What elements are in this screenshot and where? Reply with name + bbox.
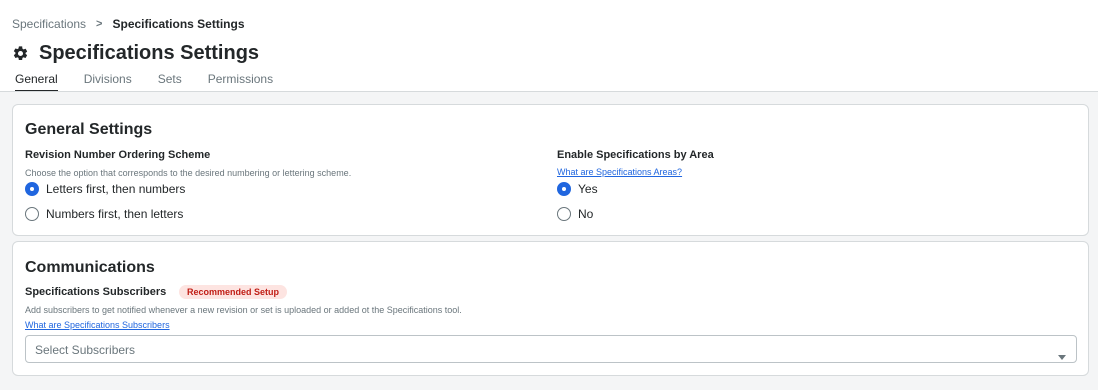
select-placeholder: Select Subscribers xyxy=(35,343,136,357)
general-settings-card: General Settings Revision Number Orderin… xyxy=(12,104,1089,236)
specifications-subscribers-link[interactable]: What are Specifications Subscribers xyxy=(25,320,170,330)
radio-option-no[interactable]: No xyxy=(557,207,593,221)
select-subscribers-dropdown[interactable]: Select Subscribers xyxy=(25,335,1077,363)
radio-button-checked[interactable] xyxy=(25,182,39,196)
radio-option-numbers-first[interactable]: Numbers first, then letters xyxy=(25,207,183,221)
radio-option-letters-first[interactable]: Letters first, then numbers xyxy=(25,182,185,196)
tab-general[interactable]: General xyxy=(15,72,58,92)
revision-scheme-label: Revision Number Ordering Scheme xyxy=(25,149,211,161)
gear-icon xyxy=(12,45,29,62)
by-area-label: Enable Specifications by Area xyxy=(557,149,714,161)
breadcrumb-current: Specifications Settings xyxy=(112,17,245,31)
breadcrumb-separator: > xyxy=(96,18,103,30)
radio-label: Numbers first, then letters xyxy=(46,207,184,221)
tab-bar: General Divisions Sets Permissions xyxy=(15,72,299,92)
recommended-setup-badge: Recommended Setup xyxy=(179,285,288,299)
radio-button[interactable] xyxy=(25,207,39,221)
page-header: Specifications > Specifications Settings… xyxy=(0,0,1098,92)
subscribers-help: Add subscribers to get notified whenever… xyxy=(25,305,462,315)
tab-divisions[interactable]: Divisions xyxy=(84,72,132,92)
radio-option-yes[interactable]: Yes xyxy=(557,182,598,196)
tab-permissions[interactable]: Permissions xyxy=(208,72,273,92)
breadcrumb: Specifications > Specifications Settings xyxy=(12,16,245,32)
general-settings-title: General Settings xyxy=(25,121,153,138)
caret-down-icon xyxy=(1058,347,1066,360)
communications-title: Communications xyxy=(25,259,155,276)
radio-label: Letters first, then numbers xyxy=(46,182,186,196)
page-title: Specifications Settings xyxy=(39,41,260,64)
revision-scheme-help: Choose the option that corresponds to th… xyxy=(25,168,352,178)
radio-label: Yes xyxy=(578,182,598,196)
page: Specifications > Specifications Settings… xyxy=(0,0,1105,390)
tab-sets[interactable]: Sets xyxy=(158,72,182,92)
radio-button[interactable] xyxy=(557,207,571,221)
radio-button-checked[interactable] xyxy=(557,182,571,196)
breadcrumb-link-specifications[interactable]: Specifications xyxy=(12,17,86,31)
communications-card: Communications Specifications Subscriber… xyxy=(12,241,1089,376)
title-row: Specifications Settings xyxy=(12,40,259,66)
radio-label: No xyxy=(578,207,594,221)
specifications-areas-link[interactable]: What are Specifications Areas? xyxy=(557,167,682,177)
subscribers-label: Specifications Subscribers xyxy=(25,286,167,298)
